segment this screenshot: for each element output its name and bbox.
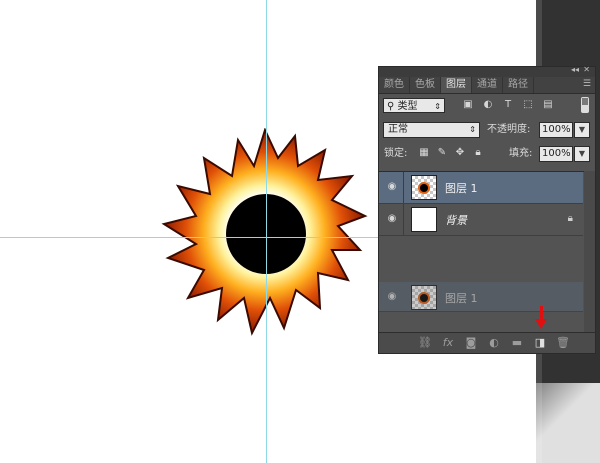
thumbnail-art: [420, 184, 428, 192]
lock-all-icon[interactable]: 🔒︎: [471, 146, 485, 160]
blend-row: 正常 ⇕ 不透明度: 100% ▼: [379, 118, 595, 142]
tab-color[interactable]: 颜色: [379, 77, 410, 93]
layer-thumbnail: [411, 285, 437, 310]
thumbnail-art: [420, 294, 428, 302]
smart-object-filter-icon[interactable]: ▤: [541, 98, 555, 112]
close-icon[interactable]: ✕: [583, 65, 590, 74]
opacity-label: 不透明度:: [487, 124, 531, 135]
layer-name: 图层 1: [445, 182, 478, 195]
vertical-guide-line[interactable]: [266, 0, 267, 463]
lock-transparent-icon[interactable]: ▦: [417, 146, 431, 160]
search-icon: ⚲: [387, 101, 395, 112]
panel-tabs: 颜色 色板 图层 通道 路径 ☰: [379, 77, 595, 94]
layers-list: ◉ 图层 1 ◉ 背景 🔒︎ ◉ 图层 1: [379, 171, 595, 336]
lock-paint-icon[interactable]: ✎: [435, 146, 449, 160]
panel-titlebar[interactable]: ◂◂ ✕: [379, 65, 595, 77]
bottom-icons: ⛓ fx ◙ ◐ ▬ ◨ 🗑︎: [417, 335, 571, 351]
layer-name: 背景: [445, 214, 467, 227]
tab-channels[interactable]: 通道: [472, 77, 503, 93]
padlock-icon: 🔒︎: [567, 213, 573, 224]
blend-mode-value: 正常: [388, 124, 408, 135]
eye-icon[interactable]: ◉: [385, 213, 399, 225]
new-group-icon[interactable]: ▬: [509, 335, 525, 351]
fill-label: 填充:: [509, 148, 533, 159]
layer-row-background[interactable]: ◉ 背景 🔒︎: [379, 204, 583, 236]
fx-icon[interactable]: fx: [440, 335, 456, 351]
type-filter-icon[interactable]: T: [501, 98, 515, 112]
lock-position-icon[interactable]: ✥: [453, 146, 467, 160]
arrow-head: [535, 319, 547, 329]
blend-mode-select[interactable]: 正常 ⇕: [383, 122, 480, 138]
adjustment-filter-icon[interactable]: ◐: [481, 98, 495, 112]
tab-layers[interactable]: 图层: [441, 77, 472, 93]
opacity-dropdown-button[interactable]: ▼: [574, 122, 590, 138]
eye-icon: ◉: [387, 291, 397, 302]
watermark-overlay: [400, 383, 600, 463]
lock-label: 锁定:: [384, 148, 408, 159]
new-layer-icon[interactable]: ◨: [532, 335, 548, 351]
adjustment-layer-icon[interactable]: ◐: [486, 335, 502, 351]
layer-divider: [403, 172, 404, 203]
tab-swatches[interactable]: 色板: [410, 77, 441, 93]
layer-row-layer1[interactable]: ◉ 图层 1: [379, 172, 583, 204]
layer-thumbnail: [411, 175, 437, 200]
fill-dropdown-button[interactable]: ▼: [574, 146, 590, 162]
layer-divider: [403, 204, 404, 235]
link-layers-icon[interactable]: ⛓: [417, 335, 433, 351]
filter-arrow-icon: ⇕: [434, 102, 441, 111]
trash-icon[interactable]: 🗑︎: [555, 335, 571, 351]
filter-icons: ▣ ◐ T ⬚ ▤: [461, 98, 555, 112]
filter-row: ⚲ 类型 ⇕ ▣ ◐ T ⬚ ▤: [379, 94, 595, 118]
lock-row: 锁定: ▦ ✎ ✥ 🔒︎ 填充: 100% ▼: [379, 142, 595, 166]
filter-toggle-switch[interactable]: [581, 97, 589, 113]
sun-fire-artwork: [161, 128, 368, 336]
shape-filter-icon[interactable]: ⬚: [521, 98, 535, 112]
chevron-updown-icon: ⇕: [469, 125, 476, 134]
filter-label: 类型: [397, 101, 418, 112]
dragged-layer-ghost: ◉ 图层 1: [379, 282, 583, 312]
add-mask-icon[interactable]: ◙: [463, 335, 479, 351]
layers-panel: ◂◂ ✕ 颜色 色板 图层 通道 路径 ☰ ⚲ 类型 ⇕ ▣ ◐ T ⬚ ▤ 正…: [378, 65, 596, 354]
tab-paths[interactable]: 路径: [503, 77, 534, 93]
layer-thumbnail: [411, 207, 437, 232]
layers-scrollbar[interactable]: [584, 171, 595, 335]
panel-bottom-toolbar: ⛓ fx ◙ ◐ ▬ ◨ 🗑︎: [379, 332, 595, 353]
layer-filter-select[interactable]: ⚲ 类型 ⇕: [383, 98, 445, 113]
ghost-layer-name: 图层 1: [445, 292, 478, 305]
pixel-filter-icon[interactable]: ▣: [461, 98, 475, 112]
fill-input[interactable]: 100%: [539, 146, 573, 162]
collapse-icon[interactable]: ◂◂: [571, 65, 579, 74]
panel-menu-icon[interactable]: ☰: [583, 79, 591, 89]
eye-icon[interactable]: ◉: [385, 181, 399, 193]
opacity-input[interactable]: 100%: [539, 122, 573, 138]
